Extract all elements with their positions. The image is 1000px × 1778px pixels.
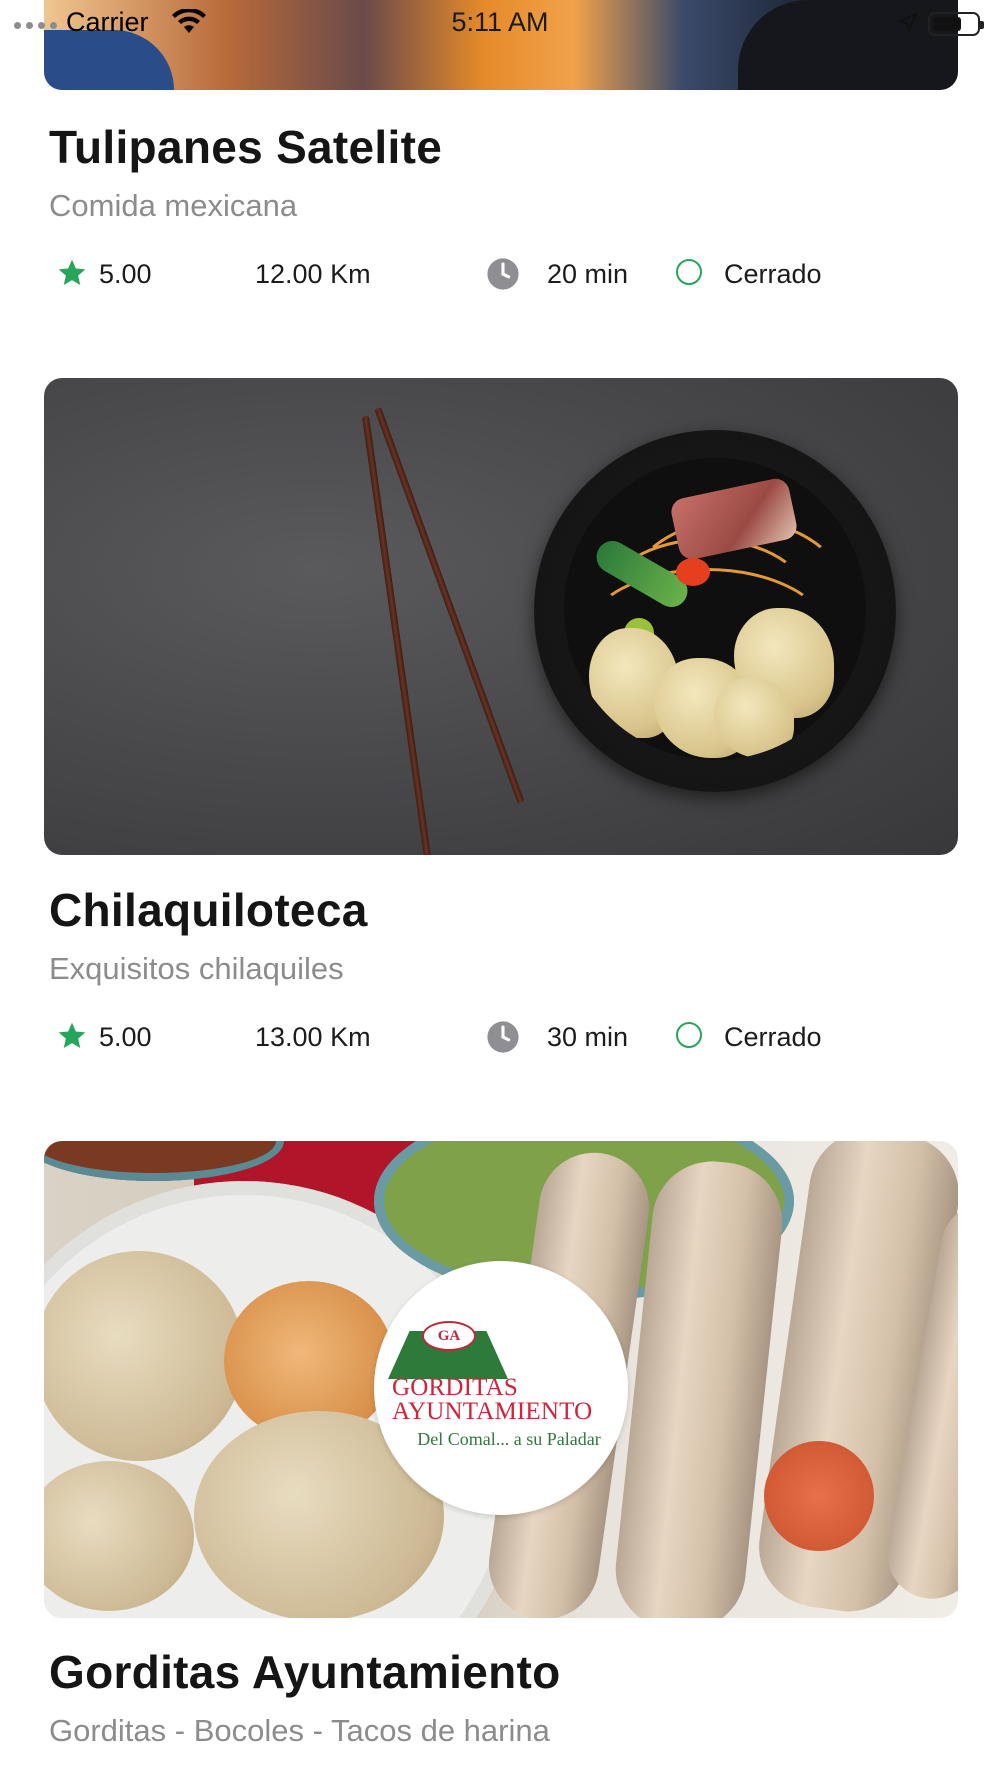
gorditas-logo: GA GORDITAS AYUNTAMIENTO Del Comal... a … [374,1261,628,1515]
status-circle-icon [676,1022,702,1048]
logo-line2: AYUNTAMIENTO [392,1398,593,1425]
logo-line1: GORDITAS [392,1374,518,1401]
star-icon [58,259,86,285]
restaurant-meta-row: 5.00 13.00 Km 30 min Cerrado [0,1018,1000,1058]
clock-icon [487,1021,519,1053]
delivery-time: 30 min [547,1022,629,1052]
restaurant-category: Comida mexicana [49,188,298,223]
restaurant-meta-row: 5.00 12.00 Km 20 min Cerrado [0,255,1000,295]
open-status: Cerrado [724,259,822,289]
battery-icon [928,12,984,36]
delivery-time: 20 min [547,259,629,289]
restaurant-category: Exquisitos chilaquiles [49,951,344,986]
status-bar: Carrier 5:11 AM [0,0,1000,46]
open-status: Cerrado [724,1022,822,1052]
restaurant-image-chilaquiloteca[interactable] [44,378,958,855]
restaurant-name[interactable]: Chilaquiloteca [49,883,368,937]
logo-tagline: Del Comal... a su Paladar [417,1429,601,1449]
rating-value: 5.00 [99,259,152,289]
distance-value: 12.00 Km [255,259,371,289]
restaurant-name[interactable]: Tulipanes Satelite [49,120,442,174]
distance-value: 13.00 Km [255,1022,371,1052]
logo-badge: GA [422,1321,476,1351]
rating-value: 5.00 [99,1022,152,1052]
clock-icon [487,258,519,290]
restaurant-name[interactable]: Gorditas Ayuntamiento [49,1645,561,1699]
status-circle-icon [676,259,702,285]
location-arrow-icon [898,12,918,32]
restaurant-category: Gorditas - Bocoles - Tacos de harina [49,1713,550,1748]
star-icon [58,1022,86,1048]
status-time: 5:11 AM [451,7,549,37]
restaurant-image-gorditas[interactable]: GA GORDITAS AYUNTAMIENTO Del Comal... a … [44,1141,958,1618]
